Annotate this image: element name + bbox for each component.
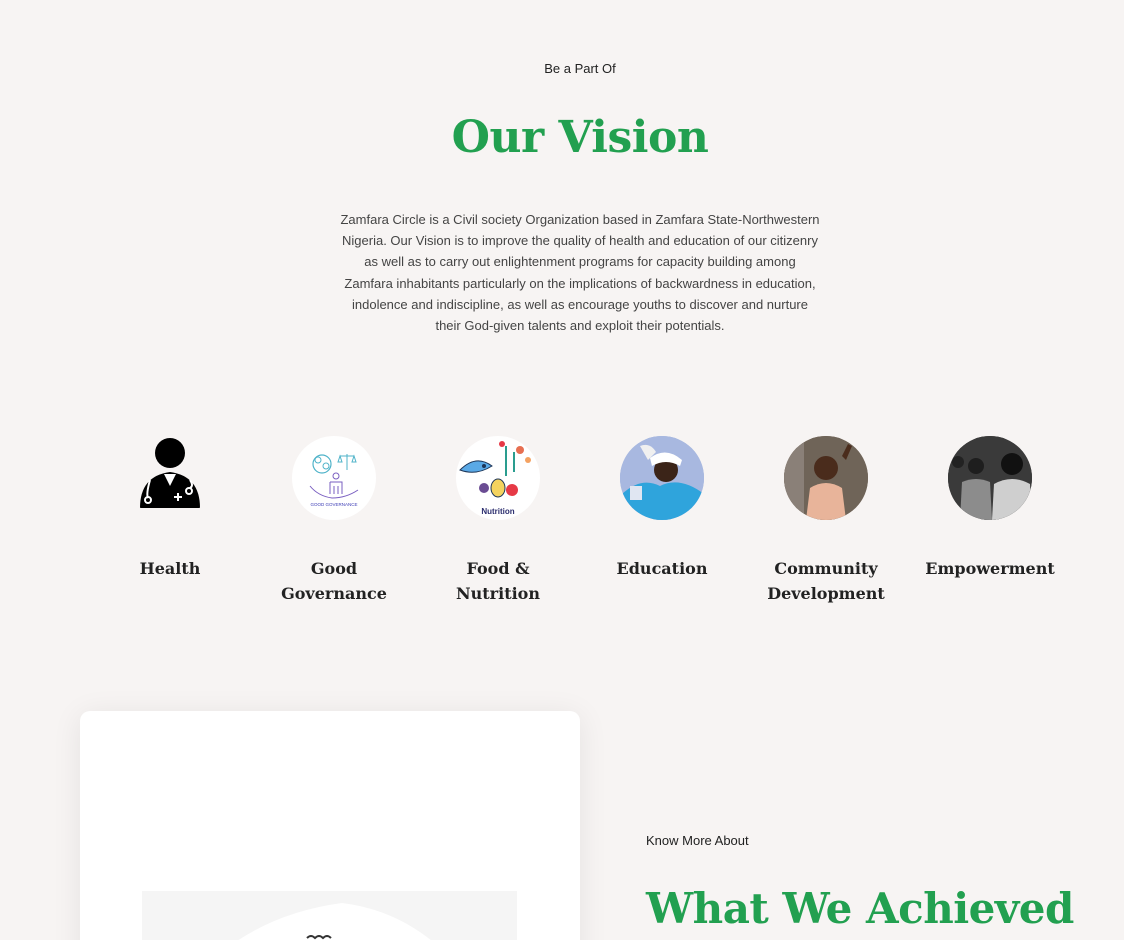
- about-image-card: [80, 711, 580, 940]
- pillar-health[interactable]: Health: [100, 436, 240, 581]
- pillar-food-nutrition[interactable]: Nutrition Food & Nutrition: [428, 436, 568, 606]
- pillar-education[interactable]: Education: [592, 436, 732, 581]
- pillar-label: Empowerment: [925, 559, 1055, 578]
- vision-eyebrow: Be a Part Of: [544, 61, 616, 76]
- pillar-label: Health: [139, 559, 201, 578]
- education-photo: [620, 436, 704, 520]
- pillar-label: Education: [616, 559, 708, 578]
- pillar-label: Food & Nutrition: [456, 559, 540, 603]
- pillar-community-development[interactable]: Community Development: [756, 436, 896, 606]
- about-image: [142, 891, 517, 940]
- nutrition-icon: Nutrition: [456, 436, 540, 520]
- empowerment-photo: [948, 436, 1032, 520]
- community-photo: [784, 436, 868, 520]
- good-governance-icon: GOOD GOVERNANCE: [292, 436, 376, 520]
- about-eyebrow: Know More About: [646, 833, 749, 848]
- good-governance-caption: GOOD GOVERNANCE: [310, 502, 357, 507]
- nutrition-caption: Nutrition: [481, 507, 514, 516]
- pillar-label: Community Development: [767, 559, 885, 603]
- about-image-graphic: [238, 903, 431, 940]
- vision-description: Zamfara Circle is a Civil society Organi…: [340, 212, 820, 334]
- vision-title: Our Vision: [451, 112, 709, 163]
- pillar-label: Good Governance: [281, 559, 387, 603]
- about-title: What We Achieved: [646, 884, 1074, 933]
- pillar-empowerment[interactable]: Empowerment: [920, 436, 1060, 581]
- doctor-icon: [128, 436, 212, 520]
- pillar-good-governance[interactable]: GOOD GOVERNANCE Good Governance: [264, 436, 404, 606]
